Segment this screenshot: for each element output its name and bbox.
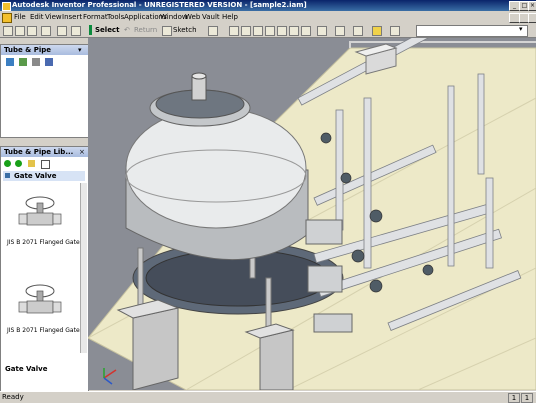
menu-insert[interactable]: Insert	[62, 13, 82, 21]
pump-skid	[307, 265, 343, 293]
status-text: Ready	[2, 393, 24, 401]
inventor-app-icon	[2, 2, 11, 11]
redo-icon[interactable]	[71, 26, 81, 36]
library-item-caption: JIS B 2071 Flanged Gate	[7, 327, 80, 334]
library-scrollbar[interactable]	[80, 183, 87, 353]
sketch-icon	[162, 26, 172, 36]
select-arrow-icon	[89, 25, 92, 35]
zoom-icon[interactable]	[253, 26, 263, 36]
window-title: Autodesk Inventor Professional - UNREGIS…	[12, 1, 307, 9]
inventor-menu-icon[interactable]	[2, 13, 12, 23]
panel-dropdown-icon[interactable]: ▾	[78, 46, 82, 54]
pump-skid	[313, 313, 353, 333]
category-icon	[5, 173, 10, 178]
gate-valve-thumbnail	[18, 284, 62, 314]
axis-indicator	[103, 368, 117, 385]
graphics-viewport[interactable]	[88, 38, 536, 390]
close-button[interactable]: ×	[528, 1, 536, 11]
library-panel-title: Tube & Pipe Lib...	[1, 147, 88, 157]
library-item[interactable]: JIS B 2071 Flanged Gate	[5, 187, 80, 249]
select-button[interactable]: Select	[95, 26, 119, 34]
status-bar: Ready 1 1	[0, 391, 536, 403]
return-arrow-icon: ↶	[124, 26, 130, 34]
folder-icon[interactable]	[28, 160, 35, 167]
shaded-display-icon[interactable]	[317, 26, 327, 36]
zoom-all-icon[interactable]	[229, 26, 239, 36]
rotate-icon[interactable]	[289, 26, 299, 36]
gate-valve-thumbnail	[18, 196, 62, 226]
pipe-run-icon[interactable]	[32, 58, 40, 66]
menu-tools[interactable]: Tools	[107, 13, 124, 21]
foundation-pad	[132, 307, 179, 390]
pump-skid	[305, 219, 343, 245]
views-icon[interactable]	[41, 160, 50, 169]
create-route-icon[interactable]	[19, 58, 27, 66]
color-icon[interactable]	[390, 26, 400, 36]
standard-toolbar: Select ↶ Return Sketch ▾	[0, 23, 536, 38]
look-at-icon[interactable]	[301, 26, 311, 36]
undo-icon[interactable]	[57, 26, 67, 36]
back-icon[interactable]	[4, 160, 11, 167]
library-close-icon[interactable]: ×	[79, 148, 85, 156]
fan-motor	[191, 75, 207, 101]
color-style-dropdown[interactable]	[416, 25, 528, 37]
menu-view[interactable]: View	[45, 13, 62, 21]
menu-format[interactable]: Format	[83, 13, 108, 21]
menu-help[interactable]: Help	[222, 13, 238, 21]
chevron-down-icon[interactable]: ▾	[519, 25, 523, 33]
doc-close-button[interactable]	[528, 13, 536, 23]
foundation-pad	[259, 329, 294, 390]
sketch-plane-icon[interactable]	[372, 26, 382, 36]
forward-icon[interactable]	[15, 160, 22, 167]
category-header[interactable]: Gate Valve	[3, 171, 85, 181]
menu-window[interactable]: Window	[160, 13, 188, 21]
menu-edit[interactable]: Edit	[30, 13, 44, 21]
tube-pipe-panel: Tube & Pipe ▾	[0, 44, 89, 138]
zoom-window-icon[interactable]	[241, 26, 251, 36]
return-button[interactable]: Return	[134, 26, 157, 34]
library-item[interactable]: JIS B 2071 Flanged Gate	[5, 275, 80, 337]
update-icon[interactable]	[208, 26, 218, 36]
zoom-selected-icon[interactable]	[277, 26, 287, 36]
pan-icon[interactable]	[265, 26, 275, 36]
sketch-button[interactable]: Sketch	[173, 26, 197, 34]
save-icon[interactable]	[27, 26, 37, 36]
connect-icon[interactable]	[45, 58, 53, 66]
camera-icon[interactable]	[353, 26, 363, 36]
category-title: Gate Valve	[14, 172, 57, 180]
library-item-caption: JIS B 2071 Flanged Gate	[7, 239, 80, 246]
assembly-scene	[88, 38, 536, 390]
new-icon[interactable]	[3, 26, 13, 36]
route-icon[interactable]	[6, 58, 14, 66]
menu-bar: File Edit View Insert Format Tools Appli…	[0, 11, 536, 23]
tube-pipe-library-panel: Tube & Pipe Lib... × Gate Valve JIS B 20…	[0, 146, 89, 392]
print-icon[interactable]	[41, 26, 51, 36]
library-footer-label: Gate Valve	[5, 365, 48, 373]
tower-dome	[125, 107, 307, 229]
open-icon[interactable]	[15, 26, 25, 36]
shadow-icon[interactable]	[335, 26, 345, 36]
menu-web[interactable]: Web	[185, 13, 200, 21]
tube-pipe-panel-title: Tube & Pipe	[1, 45, 88, 55]
title-bar[interactable]: Autodesk Inventor Professional - UNREGIS…	[0, 0, 536, 11]
menu-vault[interactable]: Vault	[202, 13, 220, 21]
menu-file[interactable]: File	[14, 13, 26, 21]
